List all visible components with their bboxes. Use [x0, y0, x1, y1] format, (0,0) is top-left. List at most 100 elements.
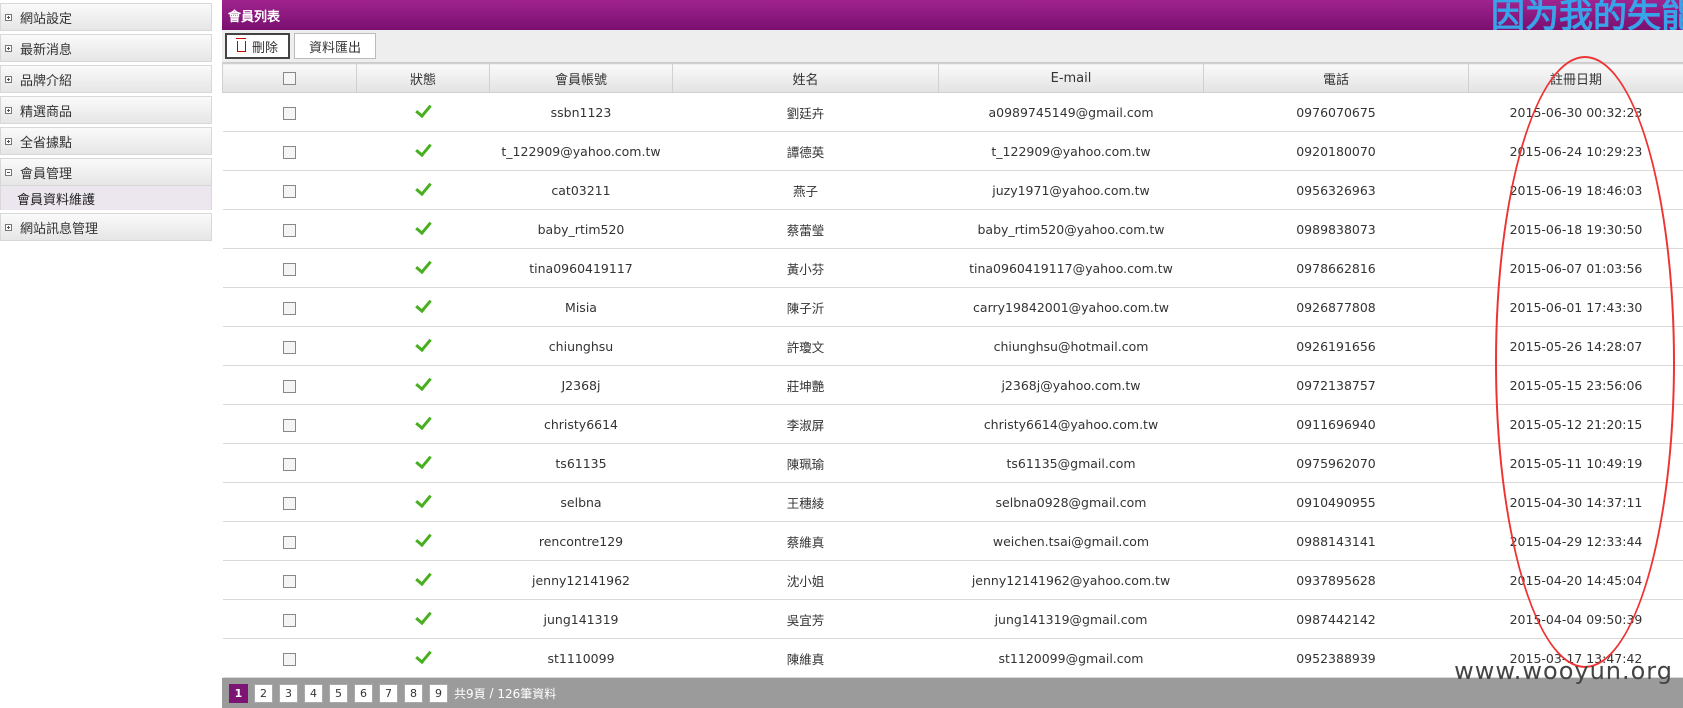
table-row[interactable]: Misia陳子沂carry19842001@yahoo.com.tw092687… — [223, 288, 1683, 327]
table-header-row: 狀態 會員帳號 姓名 E-mail 電話 註冊日期 — [223, 64, 1683, 93]
page-button[interactable]: 7 — [379, 684, 398, 703]
row-checkbox[interactable] — [283, 653, 296, 666]
row-checkbox[interactable] — [283, 614, 296, 627]
table-row[interactable]: chiunghsu許瓊文chiunghsu@hotmail.com0926191… — [223, 327, 1683, 366]
row-checkbox[interactable] — [283, 302, 296, 315]
date-cell: 2015-04-20 14:45:04 — [1469, 561, 1683, 600]
watermark: www.wooyun.org — [1454, 657, 1673, 685]
status-cell — [357, 639, 490, 678]
row-checkbox[interactable] — [283, 575, 296, 588]
email-cell: chiunghsu@hotmail.com — [939, 327, 1204, 366]
delete-button[interactable]: 刪除 — [225, 33, 290, 59]
name-cell: 陳維真 — [673, 639, 939, 678]
sidebar-subitem[interactable]: 會員資料維護 — [0, 186, 212, 210]
row-select-cell — [223, 249, 357, 288]
row-checkbox[interactable] — [283, 497, 296, 510]
check-icon — [415, 490, 432, 507]
check-icon — [415, 568, 432, 585]
column-header[interactable]: 註冊日期 — [1469, 64, 1683, 93]
table-row[interactable]: J2368j莊坤艷j2368j@yahoo.com.tw097213875720… — [223, 366, 1683, 405]
email-cell: baby_rtim520@yahoo.com.tw — [939, 210, 1204, 249]
page-button[interactable]: 6 — [354, 684, 373, 703]
sidebar-item[interactable]: 最新消息 — [0, 34, 212, 62]
row-select-cell — [223, 405, 357, 444]
row-checkbox[interactable] — [283, 536, 296, 549]
page-button[interactable]: 1 — [229, 684, 248, 703]
status-cell — [357, 132, 490, 171]
email-cell: a0989745149@gmail.com — [939, 93, 1204, 132]
export-button[interactable]: 資料匯出 — [294, 33, 376, 59]
row-checkbox[interactable] — [283, 107, 296, 120]
row-checkbox[interactable] — [283, 341, 296, 354]
sidebar-item[interactable]: 全省據點 — [0, 127, 212, 155]
row-checkbox[interactable] — [283, 263, 296, 276]
row-checkbox[interactable] — [283, 380, 296, 393]
row-select-cell — [223, 600, 357, 639]
overlay-caption: 因为我的失能 — [1491, 0, 1683, 30]
check-icon — [415, 139, 432, 156]
row-checkbox[interactable] — [283, 224, 296, 237]
phone-cell: 0972138757 — [1204, 366, 1469, 405]
email-cell: tina0960419117@yahoo.com.tw — [939, 249, 1204, 288]
column-header[interactable]: 姓名 — [673, 64, 939, 93]
row-select-cell — [223, 522, 357, 561]
check-icon — [415, 529, 432, 546]
row-checkbox[interactable] — [283, 146, 296, 159]
table-row[interactable]: cat03211燕子juzy1971@yahoo.com.tw095632696… — [223, 171, 1683, 210]
table-row[interactable]: t_122909@yahoo.com.tw譚德英t_122909@yahoo.c… — [223, 132, 1683, 171]
name-cell: 蔡維真 — [673, 522, 939, 561]
sidebar-item[interactable]: 網站訊息管理 — [0, 213, 212, 241]
table-row[interactable]: ts61135陳珮瑜ts61135@gmail.com0975962070201… — [223, 444, 1683, 483]
email-cell: j2368j@yahoo.com.tw — [939, 366, 1204, 405]
table-row[interactable]: jung141319吳宜芳jung141319@gmail.com0987442… — [223, 600, 1683, 639]
check-icon — [415, 217, 432, 234]
select-all-header — [223, 64, 357, 93]
sidebar-item[interactable]: 精選商品 — [0, 96, 212, 124]
status-cell — [357, 522, 490, 561]
table-row[interactable]: rencontre129蔡維真weichen.tsai@gmail.com098… — [223, 522, 1683, 561]
status-cell — [357, 561, 490, 600]
table-row[interactable]: ssbn1123劉廷卉a0989745149@gmail.com09760706… — [223, 93, 1683, 132]
column-header[interactable]: E-mail — [939, 64, 1204, 93]
table-row[interactable]: tina0960419117黃小芬tina0960419117@yahoo.co… — [223, 249, 1683, 288]
sidebar-item-label: 全省據點 — [20, 132, 72, 151]
page-button[interactable]: 9 — [429, 684, 448, 703]
date-cell: 2015-06-07 01:03:56 — [1469, 249, 1683, 288]
page-button[interactable]: 2 — [254, 684, 273, 703]
email-cell: t_122909@yahoo.com.tw — [939, 132, 1204, 171]
row-select-cell — [223, 210, 357, 249]
column-header[interactable]: 會員帳號 — [490, 64, 673, 93]
status-cell — [357, 600, 490, 639]
page-button[interactable]: 8 — [404, 684, 423, 703]
row-checkbox[interactable] — [283, 419, 296, 432]
page-button[interactable]: 5 — [329, 684, 348, 703]
page-button[interactable]: 4 — [304, 684, 323, 703]
phone-cell: 0911696940 — [1204, 405, 1469, 444]
column-header[interactable]: 狀態 — [357, 64, 490, 93]
name-cell: 黃小芬 — [673, 249, 939, 288]
row-checkbox[interactable] — [283, 185, 296, 198]
table-row[interactable]: baby_rtim520蔡蕾瑩baby_rtim520@yahoo.com.tw… — [223, 210, 1683, 249]
email-cell: weichen.tsai@gmail.com — [939, 522, 1204, 561]
phone-cell: 0926877808 — [1204, 288, 1469, 327]
page-button[interactable]: 3 — [279, 684, 298, 703]
date-cell: 2015-06-18 19:30:50 — [1469, 210, 1683, 249]
sidebar-item[interactable]: 網站設定 — [0, 3, 212, 31]
select-all-checkbox[interactable] — [283, 72, 296, 85]
account-cell: J2368j — [490, 366, 673, 405]
account-cell: jung141319 — [490, 600, 673, 639]
name-cell: 陳珮瑜 — [673, 444, 939, 483]
column-header[interactable]: 電話 — [1204, 64, 1469, 93]
row-select-cell — [223, 483, 357, 522]
sidebar-item[interactable]: 會員管理 — [0, 158, 212, 186]
row-checkbox[interactable] — [283, 458, 296, 471]
collapse-icon — [5, 169, 12, 176]
check-icon — [415, 451, 432, 468]
table-row[interactable]: christy6614李淑屏christy6614@yahoo.com.tw09… — [223, 405, 1683, 444]
account-cell: st1110099 — [490, 639, 673, 678]
table-row[interactable]: selbna王穗綾selbna0928@gmail.com09104909552… — [223, 483, 1683, 522]
sidebar-item-label: 會員管理 — [20, 163, 72, 182]
table-row[interactable]: jenny12141962沈小姐jenny12141962@yahoo.com.… — [223, 561, 1683, 600]
sidebar-item[interactable]: 品牌介紹 — [0, 65, 212, 93]
account-cell: ssbn1123 — [490, 93, 673, 132]
